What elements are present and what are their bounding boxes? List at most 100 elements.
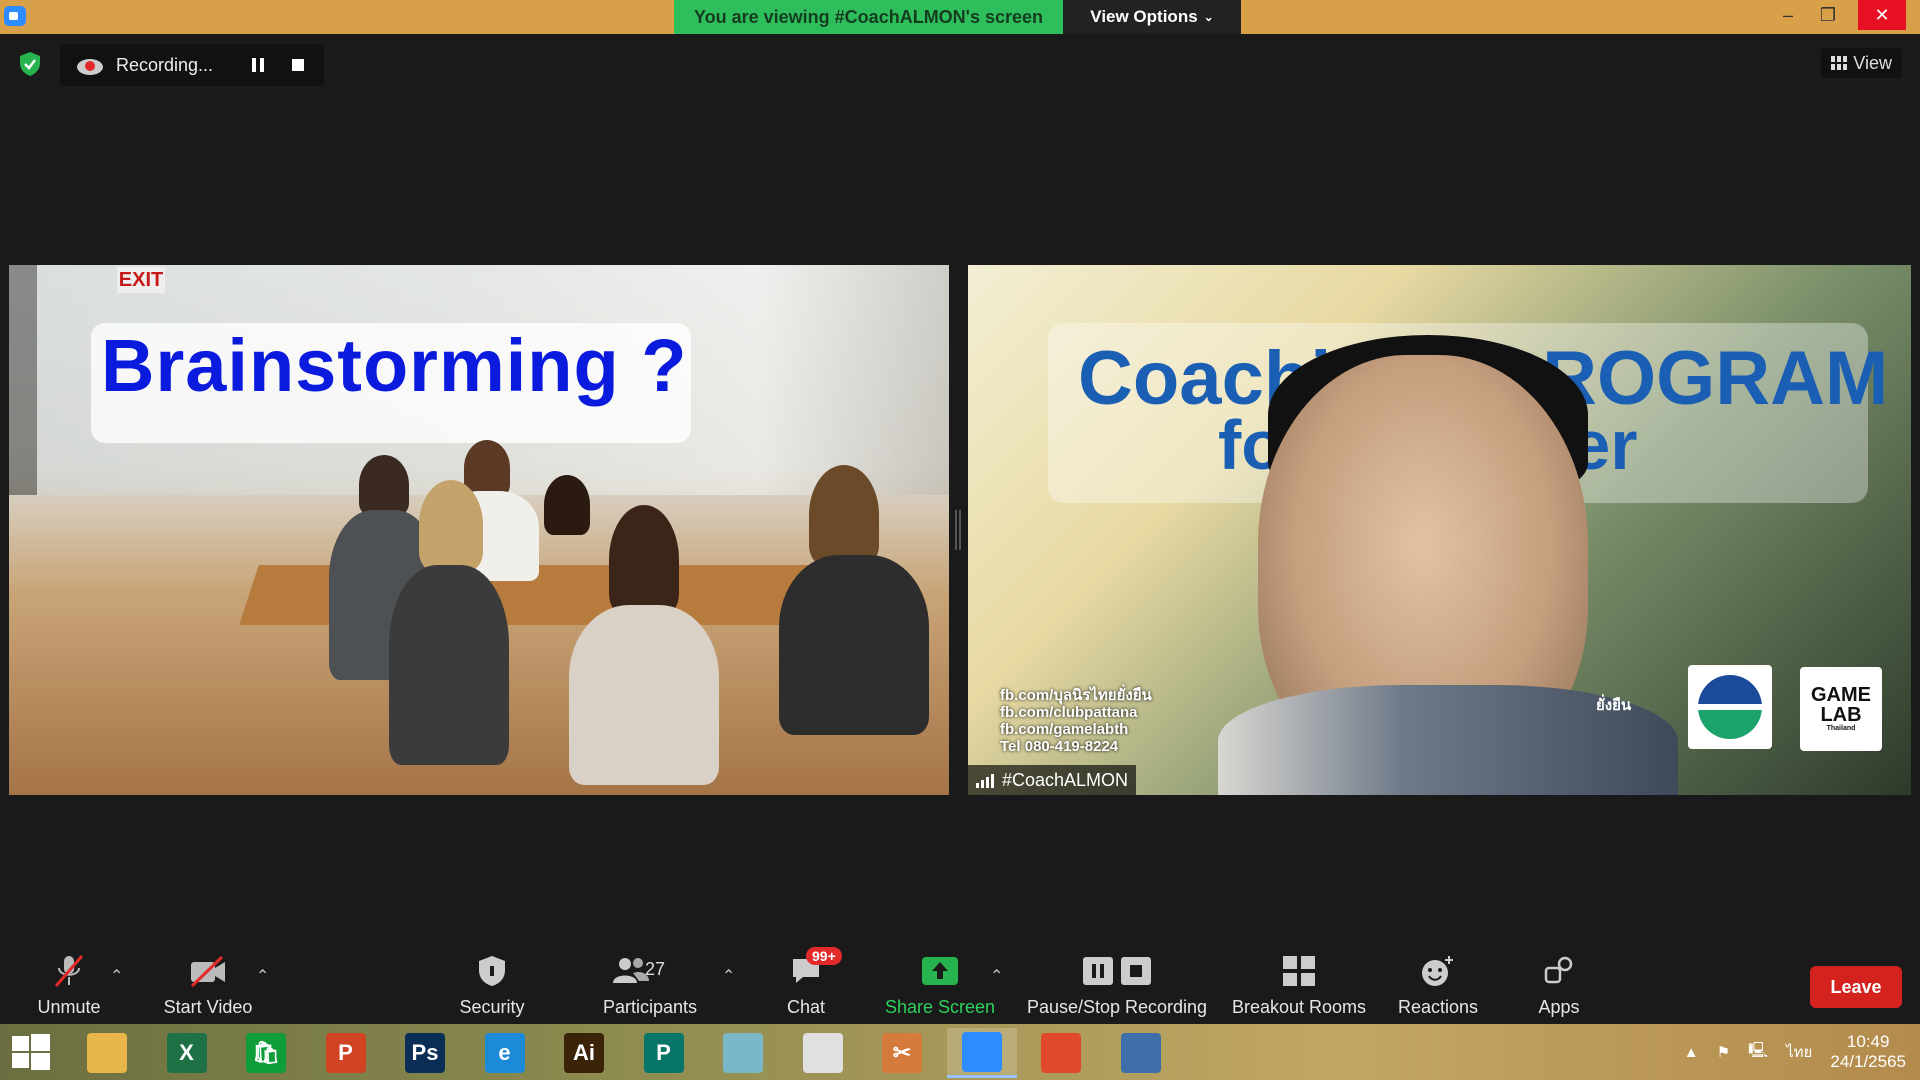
logo-emblem-icon [1698, 675, 1762, 739]
grid-view-icon [1831, 56, 1848, 70]
unmute-label: Unmute [37, 997, 101, 1017]
taskbar-app-zoom[interactable] [946, 1028, 1017, 1078]
gamelab-logo: GAME LAB Thailand [1800, 667, 1882, 751]
apps-button[interactable]: Apps [1528, 944, 1590, 1024]
contact-line: fb.com/gamelabth [1000, 721, 1129, 738]
windows-logo-icon [12, 1034, 50, 1070]
security-button[interactable]: Security [450, 944, 534, 1024]
taskbar-app-snip[interactable]: ✂ [867, 1028, 937, 1078]
leave-meeting-button[interactable]: Leave [1810, 966, 1902, 1008]
person-head [359, 455, 409, 515]
reactions-label: Reactions [1397, 997, 1479, 1017]
start-video-button[interactable]: Start Video [158, 944, 258, 1024]
zoom-app-icon [4, 6, 26, 26]
store-icon: 🛍 [246, 1033, 286, 1073]
person-body [569, 605, 719, 785]
close-window-button[interactable]: ✕ [1858, 0, 1906, 30]
contact-line: Tel 080-419-8224 [1000, 738, 1119, 755]
recording-label: Recording... [116, 54, 214, 75]
apps-icon [1537, 951, 1581, 991]
organization-logo [1688, 665, 1772, 749]
clock-time: 10:49 [1846, 1032, 1890, 1051]
network-icon[interactable]: 🖳 [1748, 1040, 1768, 1065]
stop-icon [292, 59, 304, 71]
taskbar-app-chrome[interactable] [788, 1028, 858, 1078]
chat-bubble-icon: 99+ [784, 947, 842, 991]
paint-icon [723, 1033, 763, 1073]
restore-button[interactable]: ❐ [1805, 0, 1851, 30]
participants-label: Participants [602, 997, 698, 1017]
video-off-icon [186, 951, 230, 991]
viewing-share-banner: You are viewing #CoachALMON's screen [674, 0, 1063, 34]
chat-label: Chat [786, 997, 826, 1017]
pause-stop-recording-button[interactable]: Pause/Stop Recording [1024, 944, 1210, 1024]
logo-subtext: Thailand [1826, 725, 1856, 732]
windows-taskbar: X 🛍 P Ps e Ai P ✂ ▲ ⚑ 🖳 ไทย 10:49 24/1/2565 [0, 1024, 1920, 1080]
splitter-handle[interactable] [955, 510, 961, 550]
view-label: View [1853, 52, 1892, 73]
person-head [419, 480, 483, 570]
taskbar-app-publisher[interactable]: P [629, 1028, 699, 1078]
chrome-icon [802, 1033, 843, 1073]
taskbar-app-photoshop[interactable]: Ps [390, 1028, 460, 1078]
taskbar-app-control-panel[interactable] [1106, 1028, 1176, 1078]
taskbar-clock[interactable]: 10:49 24/1/2565 [1830, 1032, 1906, 1072]
chat-button[interactable]: 99+ Chat [776, 944, 842, 1024]
exit-sign: EXIT [117, 267, 165, 293]
share-options-chevron-icon[interactable]: ⌃ [990, 966, 1003, 986]
recording-indicator: Recording... [60, 44, 324, 86]
publisher-icon: P [643, 1033, 684, 1073]
pause-icon [252, 58, 264, 72]
taskbar-app-illustrator[interactable]: Ai [549, 1028, 619, 1078]
share-screen-label: Share Screen [884, 997, 996, 1017]
taskbar-app-file-explorer[interactable] [72, 1028, 142, 1078]
logo-text: LAB [1820, 704, 1862, 726]
encryption-shield-icon[interactable] [18, 51, 42, 77]
restore-icon: ❐ [1819, 4, 1837, 25]
taskbar-app-presentation[interactable] [1026, 1028, 1096, 1078]
thai-text-snippet: ยั่งยืน [1596, 697, 1632, 714]
person-head [544, 475, 590, 535]
contact-line: fb.com/บุลนิรไทยยั่งยืน [1000, 687, 1152, 704]
participants-options-chevron-icon[interactable]: ⌃ [722, 966, 735, 986]
taskbar-app-powerpoint[interactable]: P [311, 1028, 381, 1078]
view-options-button[interactable]: View Options ⌄ [1063, 0, 1241, 34]
muted-microphone-icon [47, 951, 91, 991]
unmute-button[interactable]: Unmute [28, 944, 110, 1024]
taskbar-app-excel[interactable]: X [152, 1028, 222, 1078]
meeting-controls-toolbar: Unmute ⌃ Start Video ⌃ Security 27 Parti… [0, 944, 1920, 1024]
close-icon: ✕ [1874, 4, 1890, 25]
participants-button[interactable]: 27 Participants [598, 944, 702, 1024]
participant-name: #CoachALMON [1002, 769, 1129, 790]
person-body [779, 555, 929, 735]
audio-options-chevron-icon[interactable]: ⌃ [110, 966, 123, 986]
participants-icon: 27 [605, 951, 695, 991]
reactions-button[interactable]: Reactions [1396, 944, 1480, 1024]
person-body [389, 565, 509, 765]
show-hidden-icons-chevron-icon[interactable]: ▲ [1684, 1044, 1699, 1061]
signal-strength-icon [976, 772, 994, 788]
action-center-flag-icon[interactable]: ⚑ [1717, 1043, 1730, 1061]
contact-info: fb.com/บุลนิรไทยยั่งยืน fb.com/clubpatta… [1000, 687, 1152, 755]
stop-recording-button[interactable] [284, 51, 312, 79]
snip-icon: ✂ [882, 1033, 922, 1073]
taskbar-app-store[interactable]: 🛍 [231, 1028, 301, 1078]
share-screen-button[interactable]: Share Screen [882, 944, 998, 1024]
start-button[interactable] [8, 1032, 60, 1074]
pause-recording-button[interactable] [244, 51, 272, 79]
person-head [464, 440, 510, 496]
apps-label: Apps [1538, 997, 1580, 1017]
breakout-rooms-label: Breakout Rooms [1231, 997, 1367, 1017]
view-options-label: View Options [1090, 7, 1198, 26]
input-language[interactable]: ไทย [1786, 1040, 1812, 1064]
video-options-chevron-icon[interactable]: ⌃ [256, 966, 269, 986]
pause-stop-recording-label: Pause/Stop Recording [1026, 997, 1208, 1017]
share-screen-arrow-icon [918, 951, 962, 991]
breakout-rooms-button[interactable]: Breakout Rooms [1232, 944, 1366, 1024]
taskbar-app-internet-explorer[interactable]: e [470, 1028, 540, 1078]
view-layout-button[interactable]: View [1821, 48, 1902, 78]
zoom-icon [961, 1031, 1002, 1072]
chat-unread-badge: 99+ [806, 947, 842, 965]
breakout-rooms-grid-icon [1277, 951, 1321, 991]
taskbar-app-paint[interactable] [708, 1028, 778, 1078]
